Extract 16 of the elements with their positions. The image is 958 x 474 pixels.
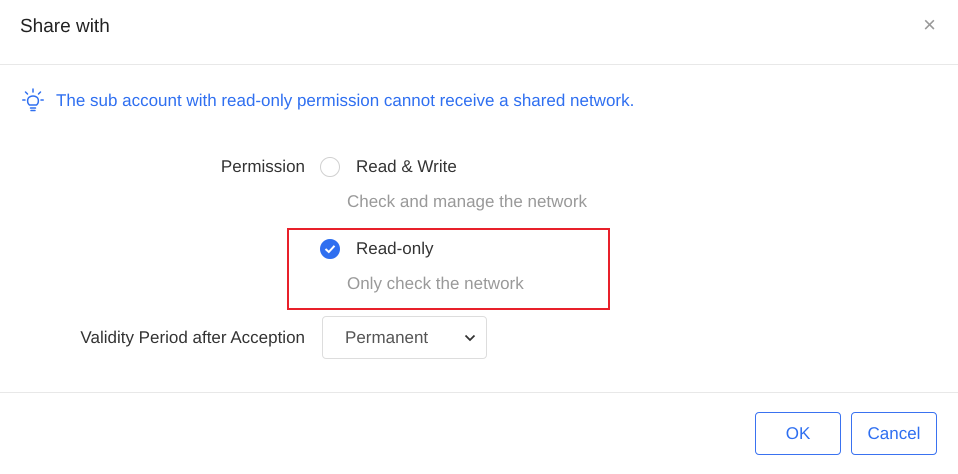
validity-select[interactable]: Permanent (322, 316, 487, 359)
ok-button[interactable]: OK (755, 412, 841, 455)
notice-text: The sub account with read-only permission cannot receive a shared network. (56, 91, 634, 111)
cancel-button[interactable]: Cancel (851, 412, 937, 455)
lightbulb-icon (22, 88, 44, 114)
dialog-title: Share with (20, 16, 110, 38)
option-description: Check and manage the network (347, 191, 588, 213)
close-button[interactable]: × (921, 12, 938, 38)
chevron-down-icon (464, 334, 476, 342)
radio-button[interactable] (320, 239, 340, 259)
option-label: Read & Write (356, 157, 457, 177)
option-description: Only check the network (347, 273, 524, 295)
option-label: Read-only (356, 239, 434, 259)
field-label: Validity Period after Acception (79, 326, 305, 348)
check-icon (324, 244, 336, 254)
field-label: Permission (220, 156, 305, 178)
